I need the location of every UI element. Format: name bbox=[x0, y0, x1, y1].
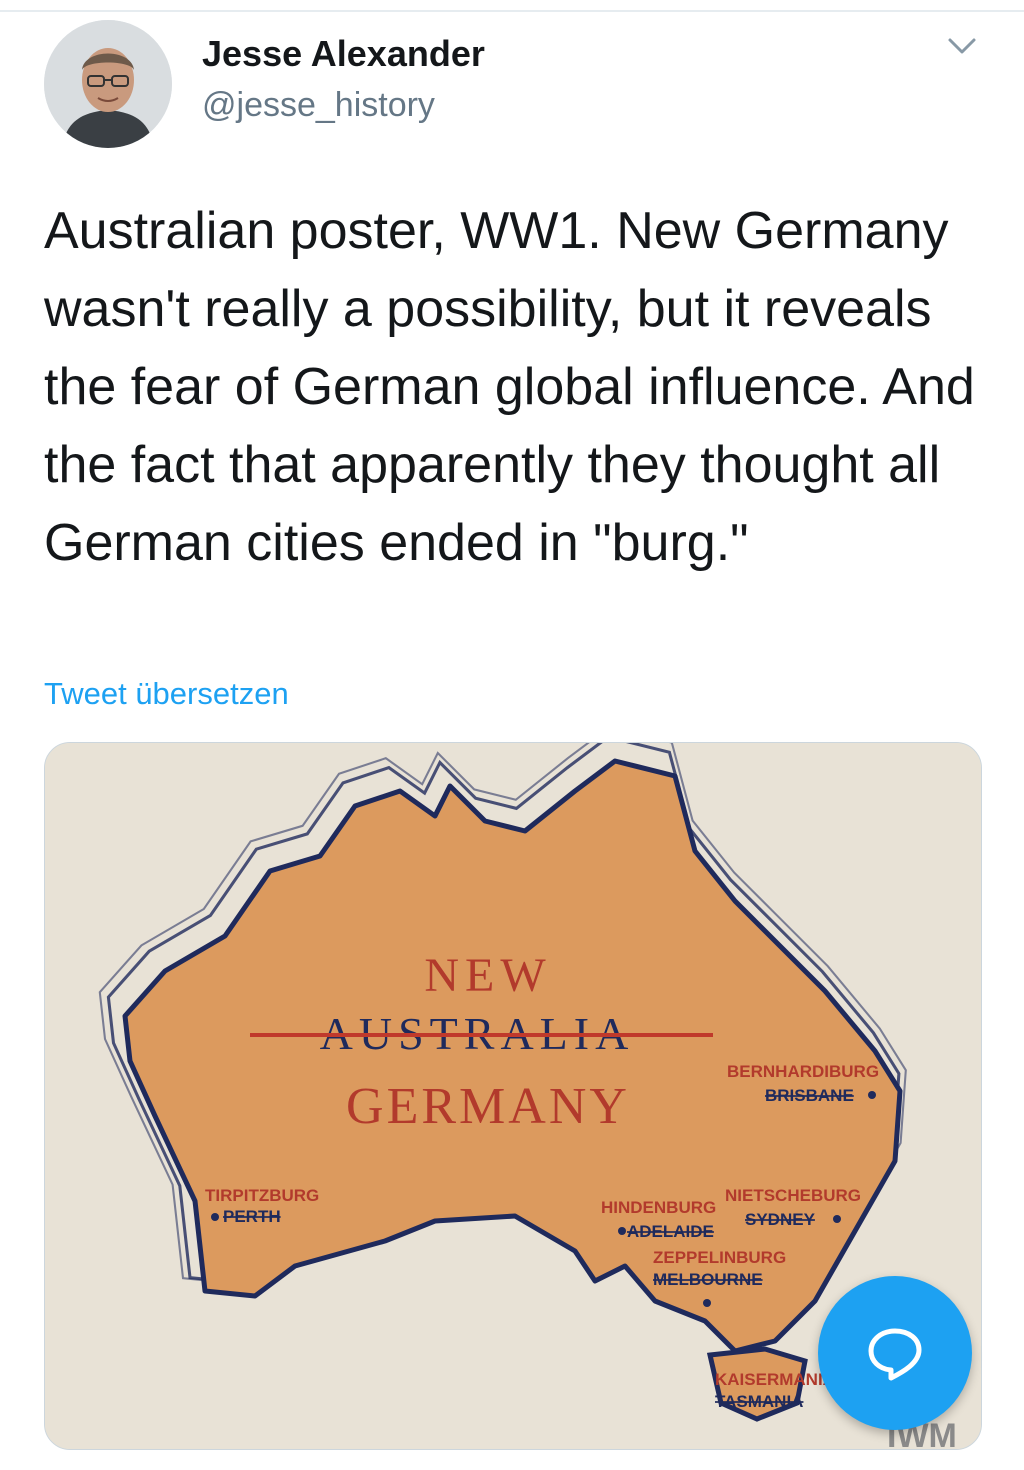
city-dot bbox=[833, 1215, 841, 1223]
city-dot bbox=[868, 1091, 876, 1099]
city-new-name: ZEPPELINBURG bbox=[653, 1248, 786, 1267]
city-dot bbox=[703, 1299, 711, 1307]
poster-title-new: NEW bbox=[424, 949, 551, 1002]
tweet-text: Australian poster, WW1. New Germany wasn… bbox=[44, 202, 975, 572]
chevron-down-icon[interactable] bbox=[944, 30, 980, 60]
city-old-name: ADELAIDE bbox=[627, 1222, 714, 1241]
city-old-name: TASMANIA bbox=[715, 1392, 803, 1411]
author-display-name[interactable]: Jesse Alexander bbox=[202, 32, 485, 76]
reply-bubble-icon bbox=[868, 1328, 922, 1381]
author-handle[interactable]: @jesse_history bbox=[202, 84, 435, 126]
city-old-name: PERTH bbox=[223, 1207, 281, 1226]
city-dot bbox=[618, 1227, 626, 1235]
city-new-name: TIRPITZBURG bbox=[205, 1186, 319, 1205]
city-new-name: KAISERMANIA bbox=[715, 1370, 835, 1389]
avatar[interactable] bbox=[44, 20, 172, 148]
city-old-name: MELBOURNE bbox=[653, 1270, 763, 1289]
city-old-name: BRISBANE bbox=[765, 1086, 854, 1105]
top-divider bbox=[0, 10, 1024, 12]
poster-title-germany: GERMANY bbox=[346, 1078, 630, 1135]
city-new-name: HINDENBURG bbox=[601, 1198, 716, 1217]
translate-tweet-link[interactable]: Tweet übersetzen bbox=[44, 674, 289, 714]
city-old-name: SYDNEY bbox=[745, 1210, 816, 1229]
city-new-name: NIETSCHEBURG bbox=[725, 1186, 861, 1205]
city-dot bbox=[211, 1213, 219, 1221]
city-new-name: BERNHARDIBURG bbox=[727, 1062, 879, 1081]
reply-button[interactable] bbox=[818, 1276, 972, 1430]
